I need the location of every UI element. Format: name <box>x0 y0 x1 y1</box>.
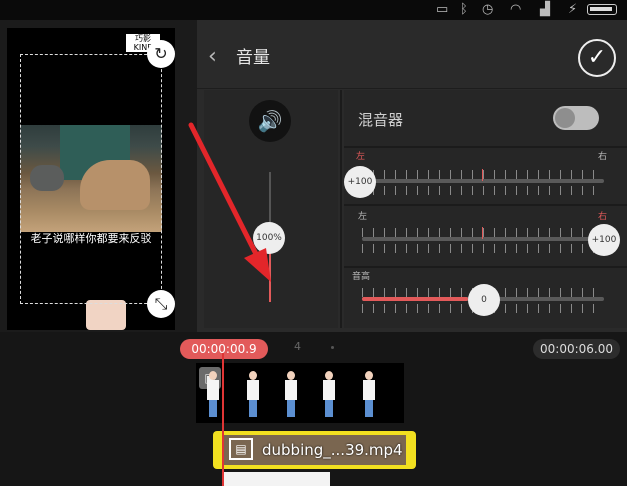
battery-icon <box>587 4 617 15</box>
audio-clip-label: dubbing_...39.mp4 <box>262 441 403 459</box>
playhead[interactable] <box>222 353 224 486</box>
video-image-legs <box>86 300 126 330</box>
selection-frame[interactable] <box>20 54 162 304</box>
pan-right-center-mark <box>482 227 483 239</box>
thumbnail-person <box>206 371 220 417</box>
total-time-badge: 00:00:06.00 <box>533 339 620 359</box>
bluetooth-icon: ᛒ <box>460 2 468 17</box>
subtitle-text: 老子说哪样你都要来反驳 <box>30 232 152 245</box>
pitch-label: 音高 <box>352 272 371 282</box>
rotate-icon[interactable]: ↻ <box>147 40 175 68</box>
pan-left-ticks-bottom <box>362 186 604 195</box>
pan-right-right-label: 右 <box>598 212 608 222</box>
pitch-knob[interactable]: 0 <box>468 284 500 316</box>
pan-right-slider[interactable] <box>362 237 604 241</box>
status-bar: ▭ ᛒ ◷ ◠ ▟ ⚡ <box>0 0 627 20</box>
timeline-dot <box>331 346 334 349</box>
pan-left-left-label: 左 <box>356 152 366 162</box>
resize-icon[interactable]: ⤡ <box>147 290 175 318</box>
pan-left-center-mark <box>482 169 483 181</box>
alarm-icon: ◷ <box>482 2 494 17</box>
wifi-icon: ◠ <box>510 2 522 17</box>
pan-right-knob[interactable]: +100 <box>588 224 620 256</box>
checkmark-icon[interactable]: ✓ <box>578 39 616 77</box>
mixer-toggle[interactable] <box>553 106 599 130</box>
thumbnail-person <box>284 371 298 417</box>
chevron-left-icon[interactable]: ‹ <box>208 44 217 70</box>
pan-left-right-label: 右 <box>598 152 608 162</box>
master-volume-knob[interactable]: 100% <box>253 222 285 254</box>
thumbnail-person <box>322 371 336 417</box>
pan-right-ticks-bottom <box>362 244 604 253</box>
pan-right-left-label: 左 <box>358 212 368 222</box>
notification-icon: ▭ <box>436 2 449 17</box>
speaker-icon[interactable]: 🔊 <box>249 100 291 142</box>
pan-left-slider[interactable] <box>362 179 604 183</box>
mixer-label: 混音器 <box>358 111 404 129</box>
thumbnail-person <box>246 371 260 417</box>
pitch-slider-fill <box>362 297 468 301</box>
pan-left-knob[interactable]: +100 <box>344 166 376 198</box>
pan-left-ticks <box>362 170 604 179</box>
charging-icon: ⚡ <box>568 2 578 17</box>
film-icon: ▤ <box>229 438 253 460</box>
timeline-marker: 4 <box>294 340 301 353</box>
panel-title: 音量 <box>236 48 270 68</box>
thumbnail-person <box>362 371 376 417</box>
current-time-badge: 00:00:00.9 <box>180 339 268 359</box>
divider <box>340 90 342 328</box>
document-clip-thumbnail[interactable] <box>224 472 330 486</box>
pan-right-ticks <box>362 228 604 237</box>
signal-icon: ▟ <box>540 2 550 17</box>
